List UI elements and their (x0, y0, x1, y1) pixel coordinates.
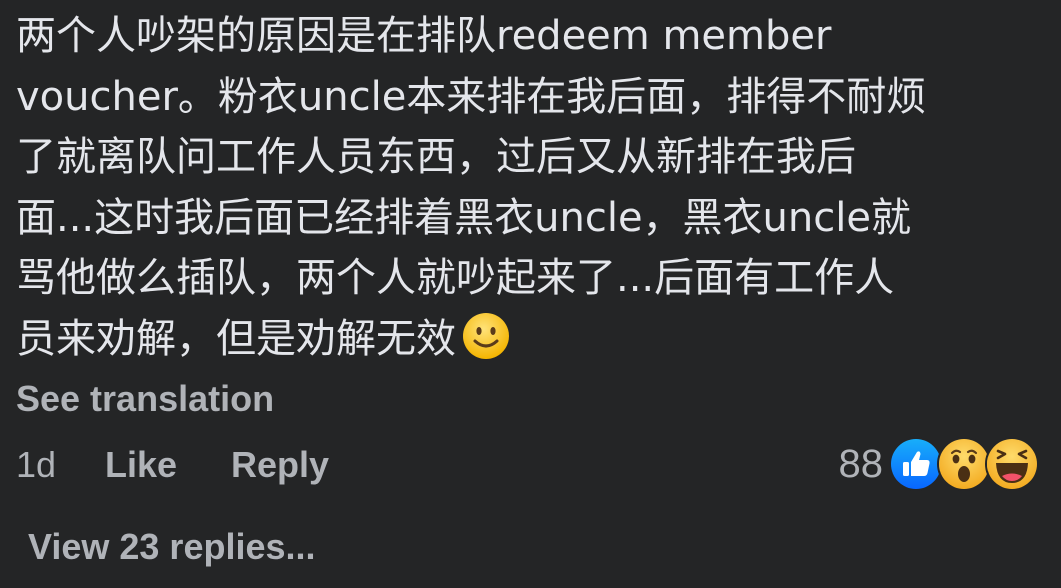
comment-line: 了就离队问工作人员东西，过后又从新排在我后 (16, 134, 856, 180)
view-replies-link[interactable]: View 23 replies... (28, 526, 316, 568)
comment-line: 骂他做么插队，两个人就吵起来了...后面有工作人 (16, 255, 895, 301)
like-reaction-icon (889, 437, 943, 491)
reaction-count: 88 (838, 441, 884, 486)
comment-text: 两个人吵架的原因是在排队redeem member voucher。粉衣uncl… (16, 6, 1016, 377)
comment-timestamp[interactable]: 1d (16, 444, 56, 486)
comment-line-text: 员来劝解，但是劝解无效 (16, 315, 456, 362)
comment-line: voucher。粉衣uncle本来排在我后面，排得不耐烦 (16, 73, 927, 120)
comment-line: 两个人吵架的原因是在排队redeem member (16, 13, 832, 59)
reactions-summary[interactable]: 88 (838, 437, 1039, 491)
like-button[interactable]: Like (105, 444, 177, 486)
haha-reaction-icon (985, 437, 1039, 491)
slightly-smiling-face-icon (462, 312, 510, 378)
wow-reaction-icon (937, 437, 991, 491)
comment-line: 面...这时我后面已经排着黑衣uncle，黑衣uncle就 (16, 194, 911, 241)
comment: 两个人吵架的原因是在排队redeem member voucher。粉衣uncl… (0, 0, 1061, 588)
see-translation-link[interactable]: See translation (16, 378, 274, 420)
reply-button[interactable]: Reply (231, 444, 329, 486)
comment-line-last: 员来劝解，但是劝解无效 (16, 309, 1016, 378)
